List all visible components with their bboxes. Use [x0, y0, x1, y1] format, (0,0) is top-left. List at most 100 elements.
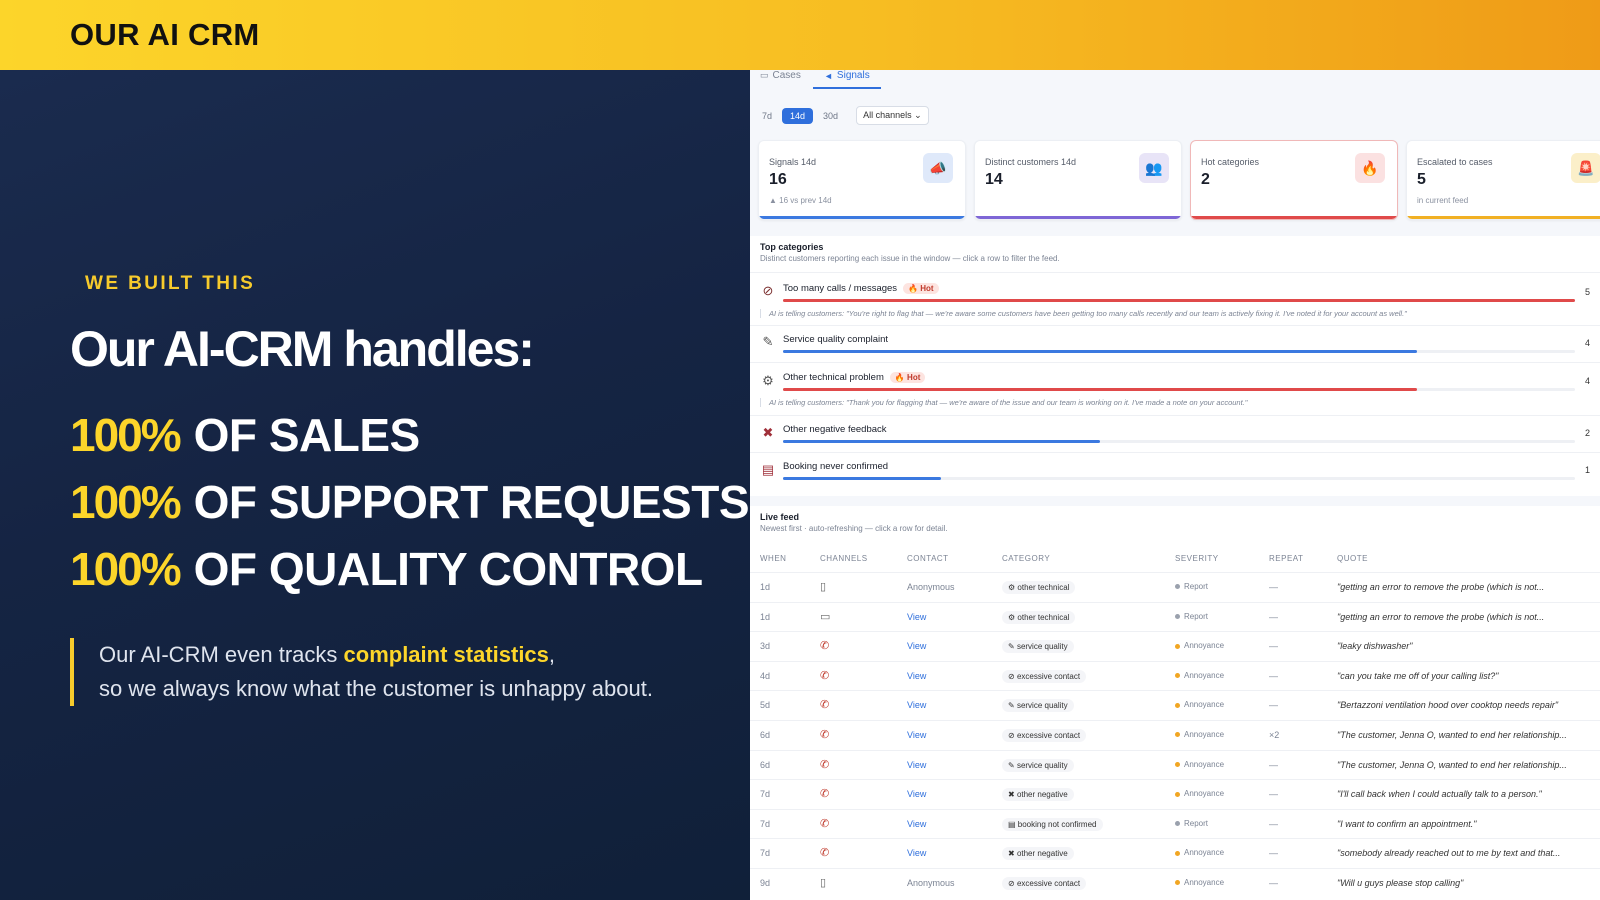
- column-header[interactable]: REPEAT: [1269, 554, 1303, 563]
- category-name: Too many calls / messages 🔥 Hot: [783, 283, 939, 294]
- feed-table-header: WHEN CHANNELS CONTACT CATEGORY SEVERITY …: [750, 554, 1600, 572]
- table-row[interactable]: 9d ▯ Anonymous ⊘ excessive contact Annoyance…: [750, 868, 1600, 898]
- kpi-label: Distinct customers 14d: [985, 157, 1077, 167]
- cell-category: ▤ booking not confirmed: [1002, 817, 1103, 831]
- chat-icon: ▭: [820, 610, 831, 623]
- gear-icon: ⚙: [762, 373, 774, 388]
- view-contact-link[interactable]: View: [907, 612, 926, 622]
- category-row[interactable]: ✎ Service quality complaint 4: [750, 325, 1600, 361]
- view-contact-link[interactable]: View: [907, 671, 926, 681]
- phone-icon: ✆: [820, 788, 830, 801]
- document-icon: ▯: [820, 877, 827, 889]
- category-row[interactable]: ▤ Booking never confirmed 1: [750, 452, 1600, 488]
- severity-label: Annoyance: [1184, 848, 1225, 858]
- category-name: Other technical problem 🔥 Hot: [783, 372, 926, 383]
- kpi-card-escalated[interactable]: Escalated to cases 5 in current feed 🚨: [1406, 140, 1600, 220]
- wrench-icon: ✎: [1008, 701, 1017, 711]
- no-calls-icon: ⊘: [1008, 671, 1017, 681]
- severity-dot: [1175, 761, 1180, 767]
- kpi-card-signals[interactable]: Signals 14d 16 ▲ 16 vs prev 14d 📣: [758, 140, 966, 220]
- live-feed-section: Live feed Newest first · auto-refreshing…: [750, 506, 1600, 900]
- table-row[interactable]: 6d ✆ View ⊘ excessive contact Annoyance ×2 "Th…: [750, 720, 1600, 750]
- phone-icon: ✆: [820, 669, 830, 682]
- channel-select[interactable]: All channels ⌄: [856, 106, 929, 125]
- table-row[interactable]: 1d ▭ View ⚙ other technical Report — "getting …: [750, 601, 1600, 632]
- folder-icon: ▭: [760, 70, 769, 80]
- crm-screenshot: ▭ Cases ◄ Signals 7d 14d 30d All channel…: [750, 70, 1600, 900]
- view-contact-link[interactable]: View: [907, 848, 926, 858]
- column-header[interactable]: CHANNELS: [820, 554, 868, 563]
- severity-dot: [1175, 584, 1180, 590]
- view-contact-link[interactable]: View: [907, 700, 926, 710]
- ai-response-note: AI is telling customers: "You're right t…: [760, 309, 1407, 318]
- megaphone-icon: ◄: [824, 70, 833, 81]
- category-row[interactable]: ⚙ Other technical problem 🔥 Hot 4 AI is t…: [750, 362, 1600, 414]
- thumbs-down-icon: ✖: [1008, 790, 1017, 800]
- category-pill: ⚙ other technical: [1002, 610, 1076, 624]
- kpi-value: 5: [1417, 171, 1426, 188]
- category-count: 5: [1584, 287, 1590, 297]
- category-pill: ✖ other negative: [1002, 788, 1074, 802]
- cell-quote: "Bertazzoni ventilation hood over cookto…: [1337, 700, 1559, 711]
- cell-when: 5d: [760, 700, 771, 711]
- phone-icon: ✆: [820, 640, 830, 653]
- view-contact-link[interactable]: View: [907, 760, 926, 770]
- phone-icon: ✆: [820, 758, 830, 771]
- table-row[interactable]: 7d ✆ View ▤ booking not confirmed Report — "I …: [750, 808, 1600, 839]
- view-contact-link[interactable]: View: [907, 730, 926, 740]
- column-header[interactable]: SEVERITY: [1175, 554, 1219, 563]
- severity-label: Report: [1184, 582, 1209, 591]
- column-header[interactable]: CATEGORY: [1002, 554, 1050, 563]
- section-title: Live feed: [760, 512, 800, 522]
- table-row[interactable]: 4d ✆ View ⊘ excessive contact Annoyance — "can…: [750, 660, 1600, 691]
- kpi-card-hot[interactable]: Hot categories 2 🔥: [1190, 140, 1398, 220]
- table-row[interactable]: 3d ✆ View ✎ service quality Annoyance — "leaky…: [750, 631, 1600, 661]
- headline: Our AI-CRM handles:: [70, 321, 535, 377]
- range-7d-button[interactable]: 7d: [758, 109, 776, 123]
- severity-label: Annoyance: [1184, 789, 1225, 799]
- table-row[interactable]: 1d ▯ Anonymous ⚙ other technical Report — "get…: [750, 572, 1600, 602]
- category-count: 2: [1584, 428, 1590, 438]
- table-row[interactable]: 7d ✆ View ✖ other negative Annoyance — "I'll c…: [750, 779, 1600, 809]
- category-label: Other negative feedback: [783, 424, 887, 435]
- table-row[interactable]: 5d ✆ View ✎ service quality Annoyance — "Berta…: [750, 690, 1600, 720]
- category-pill-label: other negative: [1016, 849, 1068, 859]
- category-name: Other negative feedback: [783, 424, 887, 435]
- cell-repeat: —: [1269, 848, 1278, 859]
- cell-when: 7d: [760, 818, 771, 829]
- category-row[interactable]: ✖ Other negative feedback 2: [750, 415, 1600, 451]
- view-contact-link[interactable]: View: [907, 819, 926, 829]
- callout-prefix: Our AI-CRM even tracks: [99, 642, 344, 667]
- cell-category: ✎ service quality: [1002, 640, 1074, 654]
- view-contact-link[interactable]: View: [907, 789, 926, 799]
- cell-contact: Anonymous: [907, 878, 955, 888]
- table-row[interactable]: 7d ✆ View ✖ other negative Annoyance — "somebo…: [750, 838, 1600, 868]
- range-14d-button[interactable]: 14d: [782, 107, 814, 124]
- section-title: Top categories: [760, 242, 824, 252]
- category-bar-fill: [783, 477, 942, 480]
- cell-category: ⊘ excessive contact: [1002, 669, 1087, 683]
- table-row[interactable]: 6d ✆ View ✎ service quality Annoyance — "The c…: [750, 749, 1600, 780]
- range-30d-button[interactable]: 30d: [819, 109, 842, 123]
- wrench-icon: ✎: [762, 334, 774, 349]
- category-pill: ✖ other negative: [1002, 847, 1074, 861]
- severity-label: Annoyance: [1184, 641, 1225, 651]
- kpi-card-customers[interactable]: Distinct customers 14d 14 👥: [974, 140, 1182, 220]
- severity-dot: [1175, 732, 1180, 738]
- cell-quote: "leaky dishwasher": [1337, 641, 1413, 652]
- category-row[interactable]: ⊘ Too many calls / messages 🔥 Hot 5 AI is…: [750, 272, 1600, 324]
- cell-repeat: —: [1269, 878, 1278, 888]
- top-categories-section: Top categories Distinct customers report…: [750, 236, 1600, 496]
- category-label: Booking never confirmed: [783, 461, 889, 472]
- thumbs-down-icon: ✖: [1008, 849, 1017, 859]
- column-header[interactable]: CONTACT: [907, 554, 949, 563]
- cell-quote: "can you take me off of your calling lis…: [1337, 670, 1499, 681]
- cell-repeat: —: [1269, 641, 1278, 652]
- column-header[interactable]: QUOTE: [1337, 554, 1368, 563]
- view-contact-link[interactable]: View: [907, 641, 926, 651]
- tab-cases[interactable]: ▭ Cases: [760, 70, 801, 81]
- cell-repeat: —: [1269, 818, 1278, 829]
- column-header[interactable]: WHEN: [760, 554, 786, 563]
- tab-signals[interactable]: ◄ Signals: [824, 70, 870, 81]
- left-panel: WE BUILT THIS Our AI-CRM handles: 100% OF…: [0, 70, 750, 900]
